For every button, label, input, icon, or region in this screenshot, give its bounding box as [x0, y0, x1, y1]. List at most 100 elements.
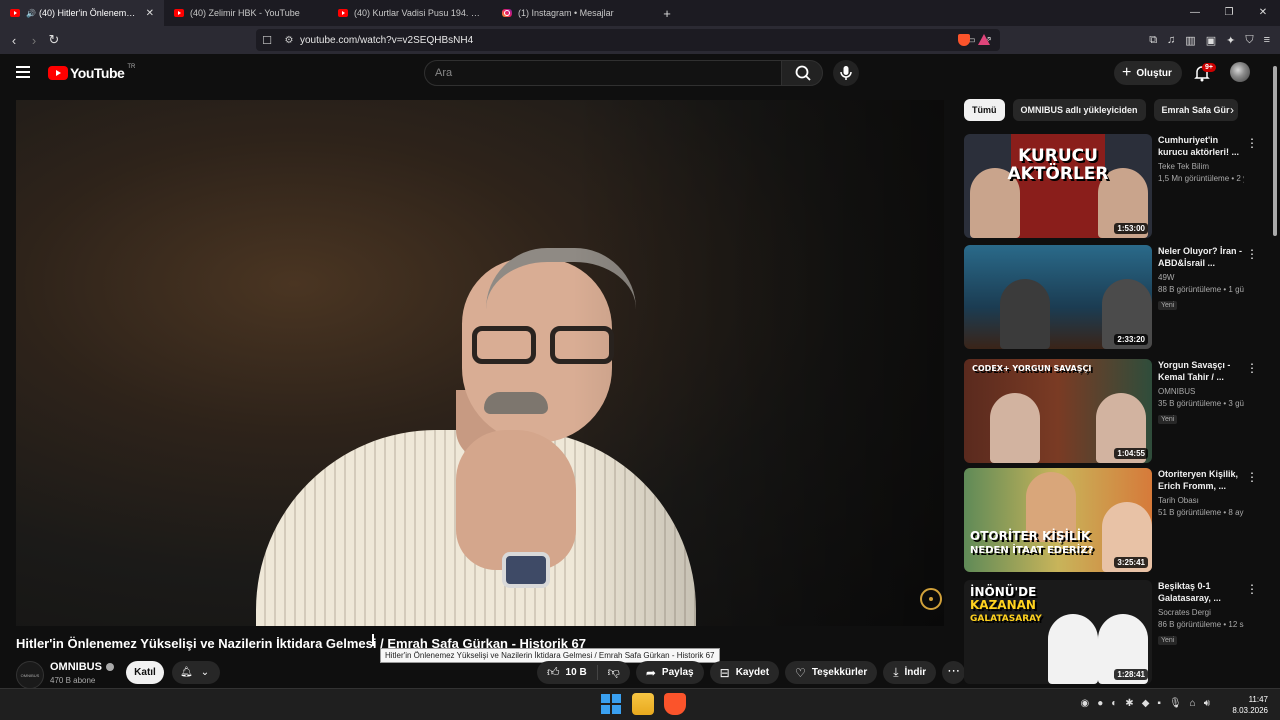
video-thumbnail[interactable]: 2:33:20 [964, 245, 1152, 349]
microphone-icon[interactable]: 🎙︎ [1169, 698, 1182, 709]
bookmark-icon[interactable]: ☐ [256, 34, 278, 47]
dislike-button[interactable]: 👎︎ [598, 661, 630, 684]
tab[interactable]: (40) Zelimir HBK - YouTube [164, 0, 328, 26]
tray-app-icon[interactable]: ✱ [1125, 698, 1133, 709]
new-tab-button[interactable]: + [656, 6, 678, 21]
notification-badge: 9+ [1202, 63, 1216, 72]
network-icon[interactable]: ⌂ [1190, 698, 1196, 709]
new-badge: Yeni [1158, 636, 1178, 645]
region-code: TR [127, 64, 136, 70]
thumbnail-person [990, 393, 1040, 463]
tray-app-icon[interactable]: ● [1097, 698, 1103, 709]
channel-watermark-icon[interactable] [920, 588, 942, 610]
share-button[interactable]: ➦ Paylaş [635, 661, 704, 684]
screenshot-icon[interactable]: ⧉ [1149, 34, 1157, 47]
recommendation-channel[interactable]: Tarih Obası [1158, 496, 1244, 505]
more-options-icon[interactable]: ⋮ [1246, 361, 1258, 375]
restore-icon[interactable]: ❐ [1212, 0, 1246, 26]
recommendation-item[interactable]: 2:33:20 Neler Oluyor? İran - ABD&İsrail … [964, 245, 1264, 349]
chevron-right-icon[interactable]: › [1230, 103, 1234, 117]
volume-icon[interactable]: 🔊︎ [1204, 698, 1210, 709]
video-thumbnail[interactable]: CODEX+ YORGUN SAVAŞÇI 1:04:55 [964, 359, 1152, 463]
chip-related[interactable]: Emrah Safa Gür [1153, 99, 1238, 121]
recommendation-title[interactable]: Otoriteryen Kişilik, Erich Fromm, ... [1158, 468, 1244, 493]
brave-browser-icon[interactable] [664, 693, 686, 715]
channel-avatar[interactable]: OMNIBUS [16, 661, 44, 689]
url-text[interactable]: youtube.com/watch?v=v2SEQHBsNH4 [300, 35, 473, 46]
speaker-icon[interactable]: 🔊 [26, 9, 36, 18]
close-icon[interactable]: ✕ [146, 8, 154, 19]
youtube-logo[interactable]: YouTube TR [48, 64, 136, 81]
brave-shield-icon[interactable] [958, 34, 970, 46]
menu-icon[interactable]: ≡ [1264, 34, 1270, 46]
tab[interactable]: (40) Kurtlar Vadisi Pusu 194. Bölüm [328, 0, 492, 26]
video-actions: 👍︎ 10 B 👎︎ ➦ Paylaş ⊟ Kaydet ♡ Teşekkürl… [537, 661, 966, 684]
account-avatar[interactable] [1230, 62, 1250, 82]
download-button[interactable]: ⤓ İndir [883, 661, 937, 684]
vpn-icon[interactable]: ⛉ [1245, 34, 1253, 47]
recommendation-item[interactable]: İNÖNÜ'DE KAZANAN GALATASARAY 1:28:41 Beşik… [964, 580, 1264, 684]
subscription-notify-button[interactable]: 🔔︎ ⌄ [172, 661, 220, 684]
search-button[interactable] [781, 60, 823, 86]
address-bar[interactable]: ☐ ⚙ youtube.com/watch?v=v2SEQHBsNH4 ▭ ⇗ [256, 29, 1000, 51]
recommendation-item[interactable]: KURUCU AKTÖRLER 1:53:00 Cumhuriyet'in kur… [964, 134, 1264, 238]
thanks-button[interactable]: ♡ Teşekkürler [785, 661, 878, 684]
file-explorer-icon[interactable] [632, 693, 654, 715]
more-options-icon[interactable]: ⋮ [1246, 136, 1258, 150]
save-button[interactable]: ⊟ Kaydet [709, 661, 780, 684]
taskbar-apps [600, 693, 686, 715]
sidebar-icon[interactable]: ▥ [1185, 34, 1195, 47]
recommendation-item[interactable]: OTORİTER KİŞİLİK NEDEN İTAAT EDERİZ? 3:25… [964, 468, 1264, 572]
channel-name-row[interactable]: OMNIBUS [50, 661, 114, 673]
search-input[interactable] [425, 61, 781, 85]
more-options-icon[interactable]: ⋮ [1246, 470, 1258, 484]
tab[interactable]: (1) Instagram • Mesajlar [492, 0, 656, 26]
close-window-icon[interactable]: ✕ [1246, 0, 1280, 26]
video-player[interactable] [16, 100, 944, 626]
video-thumbnail[interactable]: KURUCU AKTÖRLER 1:53:00 [964, 134, 1152, 238]
recommendation-channel[interactable]: OMNIBUS [1158, 387, 1244, 396]
share-label: Paylaş [661, 667, 694, 678]
recommendation-item[interactable]: CODEX+ YORGUN SAVAŞÇI 1:04:55 Yorgun Sav… [964, 359, 1264, 463]
new-badge: Yeni [1158, 301, 1178, 310]
recommendation-channel[interactable]: Teke Tek Bilim [1158, 162, 1244, 171]
recommendation-channel[interactable]: 49W [1158, 273, 1244, 282]
create-button[interactable]: + Oluştur [1114, 61, 1182, 85]
tray-app-icon[interactable]: ▪ [1157, 698, 1161, 709]
site-info-icon[interactable]: ⚙ [278, 35, 300, 46]
tab-label: (40) Zelimir HBK - YouTube [190, 8, 300, 18]
forward-icon[interactable]: › [24, 33, 44, 48]
minimize-icon[interactable]: — [1178, 0, 1212, 26]
leo-icon[interactable]: ✦ [1226, 34, 1235, 47]
like-button[interactable]: 👍︎ 10 B [537, 661, 597, 684]
wallet-icon[interactable]: ▣ [1206, 34, 1216, 47]
scrollbar-thumb[interactable] [1273, 66, 1277, 236]
recommendation-title[interactable]: Neler Oluyor? İran - ABD&İsrail ... [1158, 245, 1244, 270]
video-thumbnail[interactable]: İNÖNÜ'DE KAZANAN GALATASARAY 1:28:41 [964, 580, 1152, 684]
music-icon[interactable]: ♫ [1167, 34, 1175, 46]
taskbar-clock[interactable]: 11:47 8.03.2026 [1232, 694, 1268, 716]
tray-app-icon[interactable]: ◉ [1080, 698, 1089, 709]
recommendation-title[interactable]: Beşiktaş 0-1 Galatasaray, ... [1158, 580, 1244, 605]
back-icon[interactable]: ‹ [4, 33, 24, 48]
recommendation-channel[interactable]: Socrates Dergi [1158, 608, 1244, 617]
tray-app-icon[interactable]: ◆ [1142, 698, 1150, 709]
menu-icon[interactable] [16, 66, 30, 78]
video-thumbnail[interactable]: OTORİTER KİŞİLİK NEDEN İTAAT EDERİZ? 3:25… [964, 468, 1152, 572]
tab-active[interactable]: 🔊 (40) Hitler'in Önlenemez Yükse ✕ [0, 0, 164, 26]
recommendation-title[interactable]: Cumhuriyet'in kurucu aktörleri! ... [1158, 134, 1244, 159]
more-options-icon[interactable]: ⋮ [1246, 247, 1258, 261]
chip-all[interactable]: Tümü [964, 99, 1005, 121]
more-actions-button[interactable]: ⋯ [942, 661, 966, 684]
tray-app-icon[interactable]: ◐ [1111, 698, 1117, 709]
reload-icon[interactable]: ↻ [44, 32, 64, 48]
chip-from-uploader[interactable]: OMNIBUS adlı yükleyiciden [1012, 99, 1146, 121]
recommendation-title[interactable]: Yorgun Savaşçı - Kemal Tahir / ... [1158, 359, 1244, 384]
channel-name[interactable]: OMNIBUS [50, 661, 102, 673]
more-options-icon[interactable]: ⋮ [1246, 582, 1258, 596]
join-button[interactable]: Katıl [126, 661, 164, 684]
windows-start-icon[interactable] [600, 693, 622, 715]
voice-search-button[interactable] [833, 60, 859, 86]
page-scrollbar[interactable] [1270, 54, 1280, 688]
brave-rewards-icon[interactable] [978, 34, 990, 45]
